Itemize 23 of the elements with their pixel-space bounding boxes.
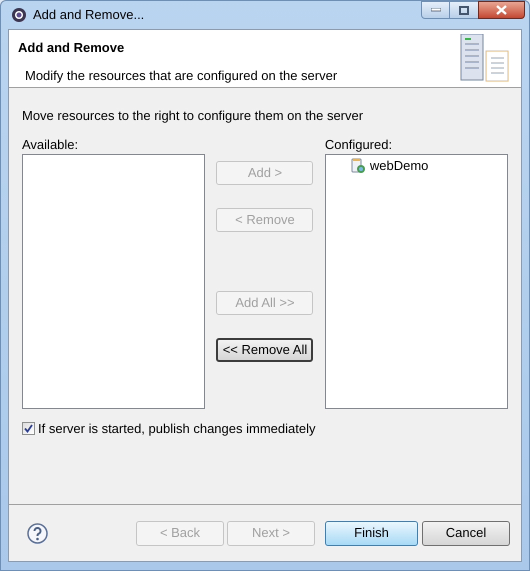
move-button[interactable]: << Remove All: [216, 338, 314, 362]
help-icon[interactable]: [27, 522, 48, 544]
instruction-text: Move resources to the right to configure them on the server: [22, 107, 364, 125]
close-icon: [496, 5, 507, 15]
configured-list[interactable]: webDemo: [324, 154, 508, 408]
window-title: Add and Remove...: [33, 6, 144, 24]
maximize-icon: [459, 6, 469, 14]
available-label: Available:: [22, 136, 80, 152]
publish-checkbox[interactable]: [22, 422, 35, 435]
checkmark-icon: [24, 424, 33, 433]
tree-item[interactable]: webDemo: [370, 156, 428, 176]
minimize-icon: [430, 8, 440, 12]
header-title: Add and Remove: [18, 39, 126, 57]
header-description: Modify the resources that are configured on the server: [25, 66, 338, 85]
dialog-button[interactable]: Finish: [325, 520, 418, 546]
publish-option-label: If server is started, publish changes immediately: [38, 420, 316, 438]
server-icon: [459, 34, 509, 82]
maximize-button[interactable]: [450, 1, 478, 19]
minimize-button[interactable]: [421, 1, 450, 19]
dialog-button[interactable]: Cancel: [422, 520, 510, 546]
close-button[interactable]: [478, 1, 525, 19]
project-icon: [350, 158, 366, 174]
configured-label: Configured:: [324, 136, 394, 152]
